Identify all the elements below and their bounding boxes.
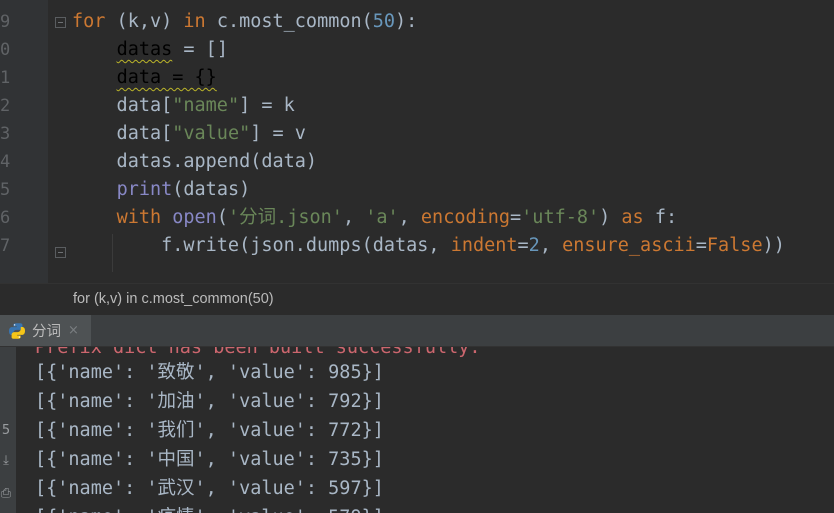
code-line[interactable]: f.write(json.dumps(datas, indent=2, ensu…	[72, 232, 785, 260]
code-token: 'utf-8'	[521, 207, 600, 228]
code-token: ,	[539, 235, 563, 256]
code-token: )	[599, 207, 622, 228]
code-token: datas.append(data)	[72, 151, 318, 172]
code-token: ,	[138, 11, 150, 32]
code-token: ] = k	[239, 95, 295, 116]
code-token: 50	[372, 11, 396, 32]
line-number: 0	[0, 40, 11, 60]
code-token: =	[510, 207, 522, 228]
code-token: indent	[450, 235, 518, 256]
code-token: (	[216, 207, 228, 228]
breadcrumb[interactable]: for (k,v) in c.most_common(50)	[73, 291, 274, 307]
code-token: datas	[116, 39, 173, 60]
code-token: v)	[149, 11, 184, 32]
console-line: [{'name': '致敬', 'value': 985}]	[35, 362, 384, 383]
code-token: open	[172, 207, 217, 228]
code-token: = []	[172, 39, 228, 60]
code-token: =	[517, 235, 529, 256]
line-number: 4	[0, 152, 11, 172]
code-line[interactable]: datas.append(data)	[72, 148, 318, 176]
code-token: 2	[528, 235, 540, 256]
code-token: (	[105, 11, 128, 32]
code-token: k	[127, 11, 139, 32]
python-icon	[9, 322, 25, 339]
run-tab[interactable]: 分词 ×	[0, 315, 91, 346]
line-number: 3	[0, 124, 11, 144]
code-token: data = {}	[116, 67, 217, 88]
code-token: =	[695, 235, 707, 256]
code-token: c.most_common(	[205, 11, 373, 32]
code-token: as	[621, 207, 644, 228]
run-tab-label: 分词	[32, 324, 61, 340]
code-token: '分词.json'	[227, 207, 343, 228]
line-number: 5	[0, 180, 11, 200]
line-number: 6	[0, 208, 11, 228]
line-number-gutter[interactable]: 9 0 1 2 3 4 5 6 7	[0, 0, 48, 283]
run-tool-window-tabs: 分词 ×	[0, 315, 834, 347]
line-number: 2	[0, 96, 11, 116]
code-line[interactable]: print(datas)	[72, 176, 251, 204]
console-toolbar: 5 ⤓ ⎙	[0, 347, 16, 513]
line-number: 7	[0, 236, 11, 256]
code-token: f:	[643, 207, 678, 228]
fold-marker-icon[interactable]	[55, 17, 66, 28]
rerun-icon[interactable]: 5	[0, 424, 12, 438]
close-icon[interactable]: ×	[68, 323, 79, 338]
code-token: 'a'	[365, 207, 399, 228]
code-token: "value"	[172, 123, 251, 144]
code-line[interactable]: data["name"] = k	[72, 92, 295, 120]
code-token: f.write(json.dumps(datas,	[72, 235, 451, 256]
scroll-to-end-icon[interactable]: ⤓	[0, 454, 12, 468]
run-console[interactable]: 5 ⤓ ⎙ Prefix dict has been built success…	[0, 347, 834, 513]
console-line: [{'name': '疫情', 'value': 579}]	[35, 503, 384, 513]
code-token: "name"	[172, 95, 240, 116]
code-token: ))	[762, 235, 785, 256]
code-line[interactable]: for (k,v) in c.most_common(50):	[72, 8, 417, 36]
code-line[interactable]: data["value"] = v	[72, 120, 306, 148]
fold-marker-icon[interactable]	[55, 247, 66, 258]
code-line[interactable]: data = {}	[72, 64, 217, 92]
code-token: ] = v	[250, 123, 306, 144]
console-line: [{'name': '中国', 'value': 735}]	[35, 449, 384, 470]
console-line: [{'name': '武汉', 'value': 597}]	[35, 478, 384, 499]
code-token: print	[116, 179, 173, 200]
console-line: [{'name': '加油', 'value': 792}]	[35, 391, 384, 412]
code-token: ensure_ascii	[562, 235, 696, 256]
code-line[interactable]: datas = []	[72, 36, 228, 64]
line-number: 9	[0, 12, 11, 32]
code-editor[interactable]: 901234567 for (k,v) in c.most_common(50)…	[0, 0, 834, 283]
code-token: with	[116, 207, 162, 228]
code-token: in	[183, 11, 206, 32]
code-token: ,	[342, 207, 366, 228]
code-line[interactable]: with open('分词.json', 'a', encoding='utf-…	[72, 204, 678, 232]
code-token: False	[706, 235, 763, 256]
code-token: data[	[72, 123, 173, 144]
code-token: ,	[398, 207, 421, 228]
code-token: (datas)	[172, 179, 251, 200]
console-line: [{'name': '我们', 'value': 772}]	[35, 420, 384, 441]
breadcrumb-bar: for (k,v) in c.most_common(50)	[0, 283, 834, 316]
code-token: ):	[395, 11, 418, 32]
line-number: 1	[0, 68, 11, 88]
pin-tab-icon[interactable]: ⎙	[0, 487, 12, 501]
code-token: encoding	[420, 207, 511, 228]
code-token: data[	[72, 95, 173, 116]
code-token: for	[72, 11, 106, 32]
